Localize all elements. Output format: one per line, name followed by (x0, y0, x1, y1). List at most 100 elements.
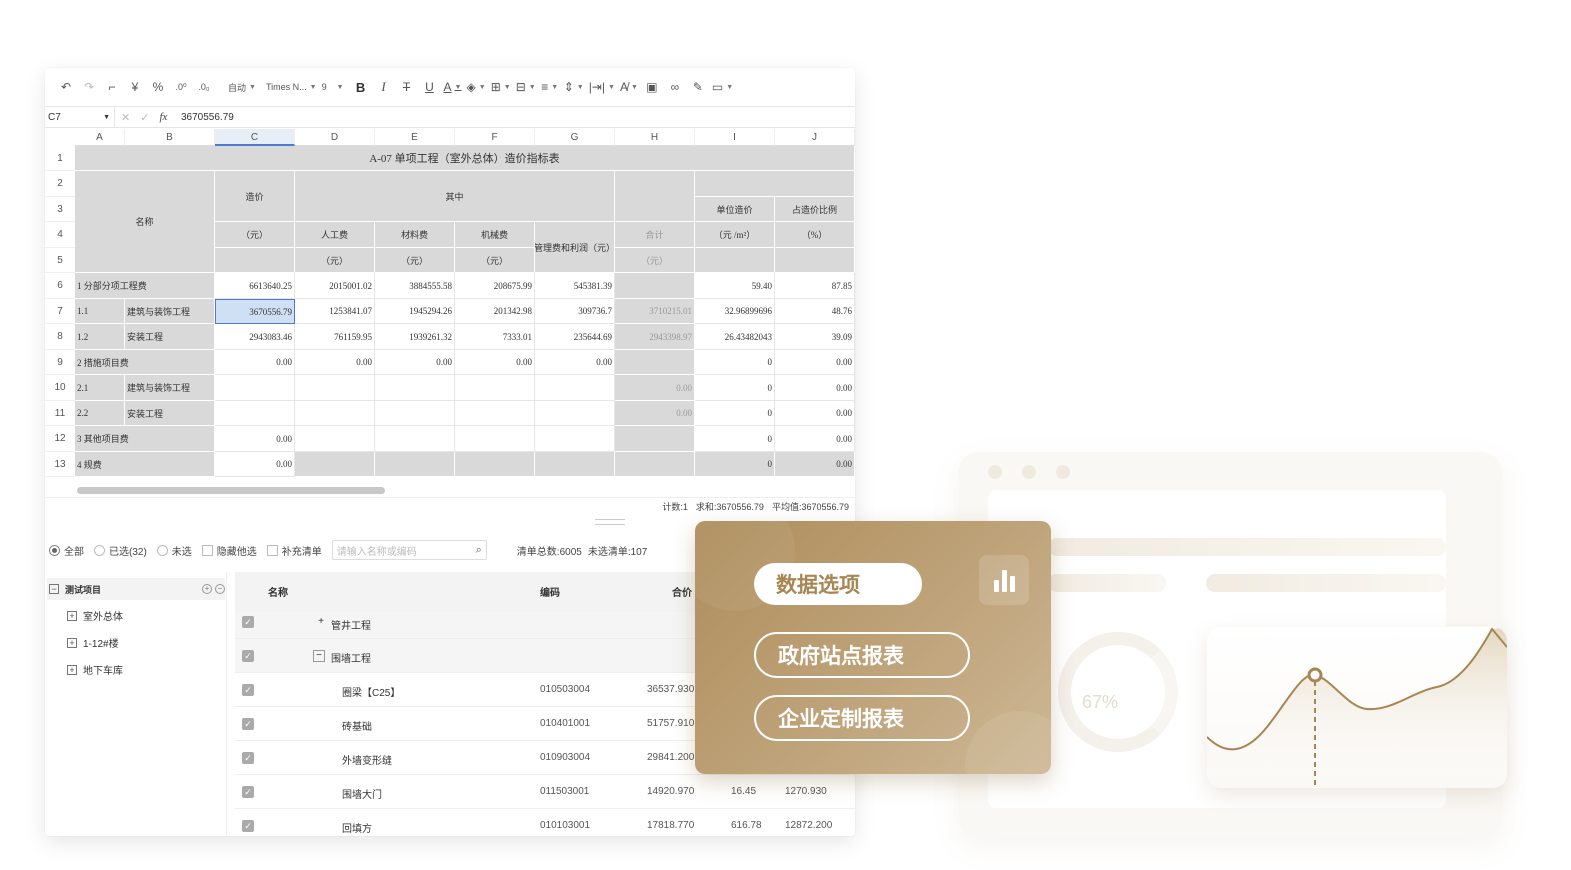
cell-c[interactable]: 0.00 (215, 426, 295, 452)
cell-d[interactable]: 2015001.02 (295, 273, 375, 299)
currency-icon[interactable]: ¥ (126, 77, 144, 97)
cancel-icon[interactable]: ✕ (121, 111, 130, 124)
expand-icon[interactable]: + (67, 610, 77, 621)
cell-i[interactable]: 32.96899696 (695, 299, 775, 324)
cell-d[interactable] (295, 452, 375, 477)
row-label[interactable]: 安装工程 (125, 324, 215, 350)
list-item[interactable]: ✓ 回填方 010103001 17818.770 616.78 12872.200 (235, 809, 855, 836)
filter-unselected[interactable]: 未选 (156, 543, 192, 558)
cell-j[interactable]: 87.85 (775, 273, 855, 299)
row-label[interactable]: 建筑与装饰工程 (125, 375, 215, 401)
row-code[interactable]: 2.1 (75, 375, 125, 401)
cell-h[interactable] (615, 452, 695, 477)
row-header[interactable]: 13 (45, 452, 75, 477)
cell-e[interactable]: 1939261.32 (375, 324, 455, 350)
cell-d[interactable] (295, 426, 375, 452)
column-header[interactable]: F (455, 129, 535, 146)
column-header[interactable]: I (695, 129, 775, 146)
cell-g[interactable] (535, 401, 615, 426)
column-header[interactable]: J (775, 129, 855, 146)
cell-d[interactable] (295, 375, 375, 401)
checkbox-icon[interactable]: ✓ (242, 752, 254, 764)
cell-j[interactable]: 0.00 (775, 401, 855, 426)
cell-e[interactable] (375, 401, 455, 426)
column-header[interactable]: A (75, 129, 125, 146)
column-header[interactable]: B (125, 129, 215, 146)
cell-i[interactable]: 0 (695, 350, 775, 375)
strikethrough-icon[interactable]: T (398, 77, 416, 97)
cell-c[interactable] (215, 401, 295, 426)
font-family-select[interactable]: Times N... ▼ (266, 77, 317, 97)
comment-icon[interactable]: ▭ ▼ (712, 77, 733, 97)
cell-e[interactable]: 1945294.26 (375, 299, 455, 324)
cell-e[interactable] (375, 452, 455, 477)
decimal-decrease-icon[interactable]: .0₀ (195, 77, 213, 97)
cell-c[interactable]: 0.00 (215, 452, 295, 477)
confirm-icon[interactable]: ✓ (140, 111, 149, 124)
checkbox-icon[interactable]: ✓ (242, 684, 254, 696)
row-label[interactable]: 2 措施项目费 (75, 350, 215, 375)
search-input[interactable]: 请输入名称或编码 ⌕ (331, 540, 487, 560)
underline-icon[interactable]: U (421, 77, 439, 97)
cell-i[interactable]: 0 (695, 401, 775, 426)
cell-c[interactable]: 2943083.46 (215, 324, 295, 350)
row-header[interactable]: 5 (45, 248, 75, 273)
expand-icon[interactable]: + (67, 637, 77, 648)
undo-icon[interactable]: ↶ (57, 77, 75, 97)
decimal-increase-icon[interactable]: .0⁰ (172, 77, 190, 97)
cell-d[interactable]: 761159.95 (295, 324, 375, 350)
cell-f[interactable]: 201342.98 (455, 299, 535, 324)
expand-all-icon[interactable]: + (202, 584, 212, 594)
cell-f[interactable]: 7333.01 (455, 324, 535, 350)
edit-icon[interactable]: ✎ (689, 77, 707, 97)
enterprise-report-button[interactable]: 企业定制报表 (754, 695, 970, 741)
cell-f[interactable] (455, 452, 535, 477)
cell-e[interactable]: 0.00 (375, 350, 455, 375)
collapse-icon[interactable]: − (49, 584, 59, 594)
cell-j[interactable]: 0.00 (775, 350, 855, 375)
row-header[interactable]: 6 (45, 273, 75, 299)
tree-item[interactable]: + 室外总体 (67, 608, 123, 623)
cell-g[interactable] (535, 375, 615, 401)
row-label[interactable]: 1 分部分项工程费 (75, 273, 215, 299)
valign-icon[interactable]: ⇕ ▼ (564, 77, 584, 97)
filter-selected[interactable]: 已选(32) (94, 543, 147, 558)
cell-g[interactable] (535, 426, 615, 452)
row-header[interactable]: 11 (45, 401, 75, 426)
cell-h[interactable]: 3710215.01 (615, 299, 695, 324)
row-label[interactable]: 建筑与装饰工程 (125, 299, 215, 324)
percent-icon[interactable]: % (149, 77, 167, 97)
fill-color-icon[interactable]: ◈ ▼ (467, 77, 486, 97)
font-color-icon[interactable]: A ▼ (444, 77, 462, 97)
column-header[interactable]: D (295, 129, 375, 146)
expand-icon[interactable]: + (67, 664, 77, 675)
bar-chart-icon[interactable] (979, 555, 1029, 605)
cell-i[interactable]: 59.40 (695, 273, 775, 299)
cell-g[interactable] (535, 452, 615, 477)
filter-supplement[interactable]: 补充清单 (266, 543, 322, 558)
cell-h[interactable] (615, 350, 695, 375)
horizontal-scrollbar[interactable] (77, 487, 385, 494)
cell-f[interactable] (455, 426, 535, 452)
cell-c[interactable]: 0.00 (215, 350, 295, 375)
border-icon[interactable]: ⊞ ▼ (491, 77, 511, 97)
link-icon[interactable]: ∞ (666, 77, 684, 97)
cell-i[interactable]: 0 (695, 426, 775, 452)
cell-e[interactable] (375, 426, 455, 452)
row-label[interactable]: 安装工程 (125, 401, 215, 426)
cell-i[interactable]: 0 (695, 375, 775, 401)
cell-h[interactable]: 0.00 (615, 375, 695, 401)
row-label[interactable]: 4 规费 (75, 452, 215, 477)
cell-f[interactable] (455, 401, 535, 426)
text-rotate-icon[interactable]: A̸ ▼ (620, 77, 638, 97)
row-code[interactable]: 2.2 (75, 401, 125, 426)
row-header[interactable]: 7 (45, 299, 75, 324)
italic-icon[interactable]: I (375, 77, 393, 97)
cell-i[interactable]: 0 (695, 452, 775, 477)
collapse-icon[interactable]: − (313, 650, 325, 662)
gov-report-button[interactable]: 政府站点报表 (754, 632, 970, 678)
image-icon[interactable]: ▣ (643, 77, 661, 97)
filter-hide-other[interactable]: 隐藏他选 (201, 543, 257, 558)
cell-c[interactable]: 6613640.25 (215, 273, 295, 299)
formula-input[interactable]: 3670556.79 (175, 112, 234, 123)
